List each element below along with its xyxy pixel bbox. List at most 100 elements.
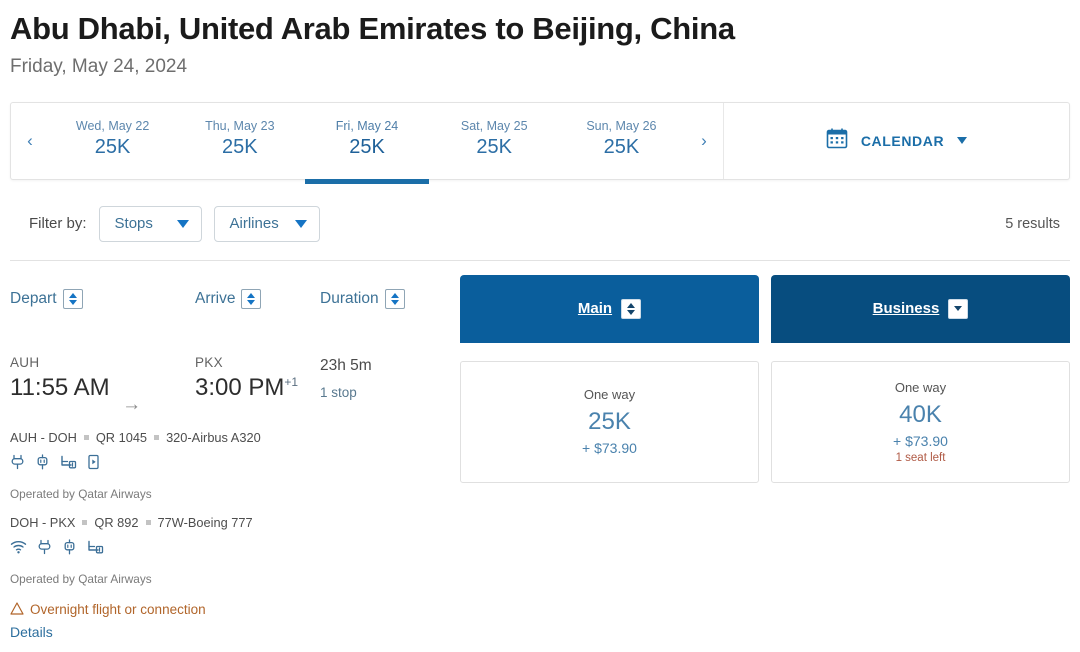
flight-segment-2: DOH - PKX QR 892 77W-Boeing 777 Operated…: [10, 515, 450, 586]
filter-stops-button[interactable]: Stops: [98, 205, 202, 242]
segment-aircraft: 77W-Boeing 777: [157, 514, 253, 530]
fare-card-oneway-label: One way: [583, 387, 636, 403]
date-tab-price: 25K: [222, 135, 258, 158]
segment-route: DOH - PKX: [10, 514, 76, 530]
fare-tab-business[interactable]: Business: [771, 274, 1070, 343]
segment-details: AUH - DOH QR 1045 320-Airbus A320: [10, 430, 450, 445]
filter-airlines-button[interactable]: Airlines: [213, 205, 320, 242]
flight-times: AUH 11:55 AM → PKX 3:00 PM+1 23h 5m 1 st…: [10, 355, 450, 416]
date-tab-label: Fri, May 24: [335, 118, 399, 133]
date-tabs: Wed, May 22 25K Thu, May 23 25K Fri, May…: [49, 103, 685, 184]
calendar-label: CALENDAR: [860, 132, 945, 149]
chevron-down-icon: [294, 219, 307, 228]
calendar-button[interactable]: CALENDAR: [724, 103, 1069, 179]
chevron-down-icon: [957, 137, 968, 145]
date-tab-label: Wed, May 22: [75, 118, 150, 133]
date-tab-price: 25K: [476, 135, 512, 158]
prev-dates-button[interactable]: ‹: [11, 103, 49, 179]
fare-class-tabs: Main Business: [460, 274, 1070, 343]
fare-card-cash: + $73.90: [893, 432, 948, 449]
date-tab-wed-may-22[interactable]: Wed, May 22 25K: [49, 103, 176, 179]
date-tab-label: Sun, May 26: [586, 118, 657, 133]
segment-route: AUH - DOH: [10, 429, 77, 445]
usb-power-icon: [62, 539, 77, 560]
usb-power-icon: [35, 454, 50, 475]
chevron-down-icon: [176, 219, 189, 228]
sort-down-icon: [948, 298, 969, 319]
sort-duration-label: Duration: [320, 289, 379, 307]
fare-card-business[interactable]: One way 40K + $73.90 1 seat left: [771, 360, 1070, 483]
duration-block: 23h 5m 1 stop: [320, 355, 440, 400]
date-strip-panel: ‹ Wed, May 22 25K Thu, May 23 25K Fri, M…: [10, 101, 1070, 184]
sort-updown-icon: [621, 298, 642, 319]
column-header-row: Depart Arrive Duration Main Business: [10, 274, 1070, 347]
fare-card-miles: 25K: [588, 408, 631, 436]
overnight-warning-text: Overnight flight or connection: [30, 602, 206, 618]
separator-dot: [82, 519, 88, 525]
calendar-icon: [826, 127, 848, 154]
depart-airport-code: AUH: [10, 354, 40, 370]
seat-power-icon: [60, 454, 77, 475]
sort-arrive-button[interactable]: Arrive: [195, 288, 262, 309]
filter-stops-label: Stops: [114, 215, 153, 233]
depart-block: AUH 11:55 AM →: [10, 355, 195, 416]
date-tab-label: Sat, May 25: [460, 118, 528, 133]
sort-depart-button[interactable]: Depart: [10, 288, 83, 309]
segment-aircraft: 320-Airbus A320: [166, 429, 261, 445]
segment-2-amenities: [10, 539, 450, 560]
date-tab-price: 25K: [94, 135, 131, 158]
arrive-time-wrap: 3:00 PM+1: [195, 374, 320, 402]
fare-card-cash: + $73.90: [582, 440, 637, 457]
filter-bar: Filter by: Stops Airlines 5 results: [10, 202, 1070, 261]
arrive-time: 3:00 PM: [195, 373, 285, 401]
separator-dot: [145, 519, 151, 525]
sort-duration-button[interactable]: Duration: [320, 288, 405, 309]
date-tab-price: 25K: [603, 135, 640, 158]
flight-stops: 1 stop: [320, 384, 357, 400]
arrive-airport-code: PKX: [195, 354, 223, 370]
flight-itinerary: AUH 11:55 AM → PKX 3:00 PM+1 23h 5m 1 st…: [10, 355, 450, 640]
page-subtitle-date: Friday, May 24, 2024: [10, 55, 188, 77]
segment-1-operated-by: Operated by Qatar Airways: [10, 486, 152, 501]
fare-tab-business-label: Business: [872, 300, 940, 318]
page-header: Abu Dhabi, United Arab Emirates to Beiji…: [0, 0, 1080, 78]
flight-duration: 23h 5m: [320, 356, 372, 374]
details-link[interactable]: Details: [10, 624, 450, 640]
overnight-warning: Overnight flight or connection: [10, 602, 450, 618]
segment-2-operated-by: Operated by Qatar Airways: [10, 571, 152, 586]
sort-updown-icon: [241, 288, 262, 309]
date-tab-sat-may-25[interactable]: Sat, May 25 25K: [431, 103, 558, 179]
arrow-right-icon: →: [122, 393, 142, 415]
arrive-day-offset: +1: [284, 374, 299, 389]
filter-by-label: Filter by:: [29, 215, 87, 233]
results-count: 5 results: [1005, 215, 1060, 232]
flight-segment-1: AUH - DOH QR 1045 320-Airbus A320 Operat…: [10, 430, 450, 501]
arrive-block: PKX 3:00 PM+1: [195, 355, 320, 402]
date-tab-sun-may-26[interactable]: Sun, May 26 25K: [558, 103, 685, 179]
segment-1-amenities: [10, 454, 450, 475]
page-title: Abu Dhabi, United Arab Emirates to Beiji…: [10, 11, 735, 46]
sort-updown-icon: [62, 288, 83, 309]
warning-triangle-icon: [10, 602, 24, 618]
date-strip: ‹ Wed, May 22 25K Thu, May 23 25K Fri, M…: [11, 102, 724, 184]
date-tab-thu-may-23[interactable]: Thu, May 23 25K: [176, 103, 303, 179]
fare-card-oneway-label: One way: [894, 379, 947, 395]
fare-cards: One way 25K + $73.90 One way 40K + $73.9…: [460, 360, 1070, 483]
segment-flight-number: QR 892: [94, 514, 139, 530]
entertainment-screen-icon: [87, 454, 100, 475]
fare-card-seats-left: 1 seat left: [895, 451, 946, 464]
fare-card-miles: 40K: [899, 400, 942, 428]
next-dates-button[interactable]: ›: [685, 103, 723, 179]
sort-updown-icon: [384, 288, 405, 309]
power-outlet-icon: [10, 454, 25, 475]
fare-card-main[interactable]: One way 25K + $73.90: [460, 360, 759, 483]
date-tab-fri-may-24[interactable]: Fri, May 24 25K: [303, 103, 430, 184]
date-tab-price: 25K: [349, 135, 385, 158]
seat-power-icon: [87, 539, 104, 560]
segment-details: DOH - PKX QR 892 77W-Boeing 777: [10, 515, 450, 530]
sort-arrive-label: Arrive: [195, 289, 236, 307]
segment-flight-number: QR 1045: [95, 429, 148, 445]
date-tab-label: Thu, May 23: [205, 118, 275, 133]
fare-tab-main[interactable]: Main: [460, 274, 759, 343]
fare-tab-main-label: Main: [577, 300, 613, 318]
